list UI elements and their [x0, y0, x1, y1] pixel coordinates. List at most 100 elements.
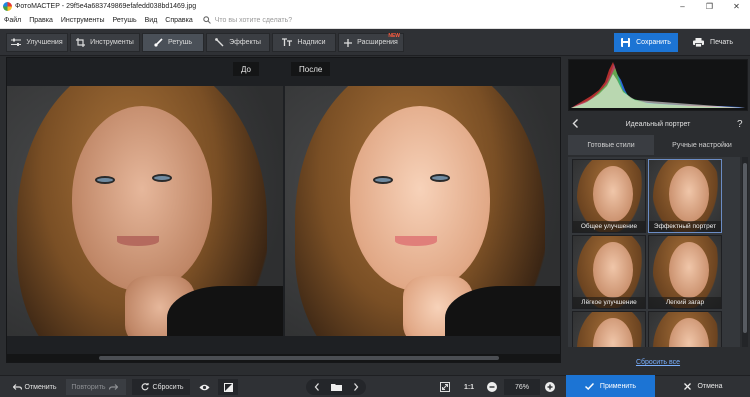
zoom-in-button[interactable] [542, 379, 558, 395]
file-navigator [306, 379, 366, 395]
compare-button[interactable] [218, 379, 238, 395]
previous-file-icon[interactable] [314, 383, 320, 391]
sliders-icon [11, 38, 22, 46]
tab-manual-settings[interactable]: Ручные настройки [656, 135, 748, 155]
style-card[interactable] [648, 311, 722, 347]
zoom-level[interactable]: 76% [504, 379, 540, 395]
apply-button[interactable]: Применить [566, 375, 655, 397]
plus-icon [344, 38, 353, 47]
fit-screen-button[interactable] [436, 379, 454, 395]
help-icon[interactable]: ? [736, 118, 744, 129]
tab-ready-styles[interactable]: Готовые стили [568, 135, 654, 155]
close-icon[interactable]: ✕ [723, 0, 750, 12]
search-field[interactable]: Что вы хотите сделать? [203, 16, 292, 24]
tab-label: Улучшения [26, 39, 63, 46]
style-card[interactable]: Эффектный портрет [648, 159, 722, 233]
zoom-out-icon [487, 382, 497, 392]
menu-item-file[interactable]: Файл [4, 17, 21, 24]
menu-bar: Файл Правка Инструменты Ретушь Вид Справ… [0, 12, 750, 29]
menu-item-retouch[interactable]: Ретушь [113, 17, 137, 24]
style-caption: Эффектный портрет [649, 221, 721, 232]
redo-button[interactable]: Повторить [66, 379, 126, 395]
floppy-disk-icon [621, 38, 631, 47]
scrollbar-thumb[interactable] [99, 356, 499, 360]
style-card[interactable] [572, 311, 646, 347]
eye-icon [199, 384, 209, 390]
tab-enhancements[interactable]: Улучшения [6, 33, 68, 52]
minimize-icon[interactable]: – [669, 0, 696, 12]
styles-grid: Общее улучшение Эффектный портрет Лёгкое… [568, 157, 740, 347]
zoom-in-icon [545, 382, 555, 392]
menu-item-view[interactable]: Вид [145, 17, 158, 24]
preview-toggle-button[interactable] [194, 379, 214, 395]
tab-label: Расширения [357, 39, 398, 46]
after-photo [285, 86, 560, 336]
tab-tools[interactable]: Инструменты [70, 33, 140, 52]
menu-item-help[interactable]: Справка [165, 17, 192, 24]
new-badge: NEW [388, 33, 400, 39]
tab-retouch[interactable]: Ретушь [142, 33, 204, 52]
search-icon [203, 16, 211, 24]
panel-subtabs: Готовые стили Ручные настройки [566, 135, 750, 155]
reset-label: Сбросить [152, 383, 184, 391]
redo-label: Повторить [71, 383, 106, 391]
save-label: Сохранить [636, 39, 671, 46]
vertical-scrollbar[interactable] [742, 157, 748, 347]
app-logo-icon [3, 1, 12, 11]
svg-text:?: ? [737, 119, 743, 129]
undo-label: Отменить [24, 383, 57, 391]
compare-icon [223, 382, 233, 392]
tab-label: Ретушь [167, 39, 193, 46]
menu-item-tools[interactable]: Инструменты [61, 17, 105, 24]
magic-wand-icon [215, 38, 224, 47]
folder-icon[interactable] [330, 383, 342, 391]
reset-button[interactable]: Сбросить [132, 379, 190, 395]
after-label: После [291, 62, 331, 76]
before-photo [7, 86, 283, 336]
zoom-out-button[interactable] [484, 379, 500, 395]
undo-icon [12, 383, 22, 390]
next-file-icon[interactable] [353, 383, 359, 391]
toolbar: Улучшения Инструменты Ретушь Эффекты Над… [0, 29, 750, 56]
text-icon [282, 38, 293, 46]
scrollbar-thumb[interactable] [743, 163, 747, 333]
reset-all-link[interactable]: Сбросить все [566, 359, 750, 366]
undo-button[interactable]: Отменить [4, 379, 62, 395]
crop-icon [76, 38, 86, 47]
style-caption: Лёгкое улучшение [573, 297, 645, 308]
printer-icon [693, 38, 705, 47]
search-placeholder: Что вы хотите сделать? [214, 16, 293, 24]
cancel-label: Отмена [697, 382, 723, 390]
tab-captions[interactable]: Надписи [272, 33, 336, 52]
close-icon [684, 382, 692, 390]
cancel-button[interactable]: Отмена [657, 375, 750, 397]
actual-size-button[interactable]: 1:1 [458, 379, 480, 395]
save-button[interactable]: Сохранить [614, 33, 678, 52]
menu-item-edit[interactable]: Правка [29, 17, 53, 24]
style-card[interactable]: Лёгкое улучшение [572, 235, 646, 309]
style-card[interactable]: Легкий загар [648, 235, 722, 309]
photo-canvas[interactable]: До После [6, 57, 561, 363]
style-card[interactable]: Общее улучшение [572, 159, 646, 233]
back-arrow-icon[interactable] [572, 119, 579, 128]
brush-icon [154, 38, 163, 47]
tab-label: Инструменты [90, 39, 134, 46]
fit-screen-icon [440, 382, 450, 392]
redo-icon [108, 383, 118, 390]
print-button[interactable]: Печать [680, 33, 746, 52]
window-title: ФотоМАСТЕР - 29f5e4a683749869efafedd038b… [15, 2, 197, 10]
tab-label: Эффекты [229, 39, 261, 46]
apply-label: Применить [599, 382, 637, 390]
panel-title: Идеальный портрет [625, 121, 691, 128]
checkmark-icon [584, 382, 594, 390]
tab-effects[interactable]: Эффекты [206, 33, 270, 52]
maximize-icon[interactable]: ❐ [696, 0, 723, 12]
window-controls: – ❐ ✕ [669, 0, 750, 12]
horizontal-scrollbar[interactable] [7, 354, 560, 362]
tab-extensions[interactable]: Расширения NEW [338, 33, 404, 52]
panel-header: Идеальный портрет ? [566, 117, 750, 132]
histogram [568, 59, 748, 111]
before-label: До [233, 62, 259, 76]
right-panel: Идеальный портрет ? Готовые стили Ручные… [566, 57, 750, 373]
reset-icon [141, 383, 150, 391]
